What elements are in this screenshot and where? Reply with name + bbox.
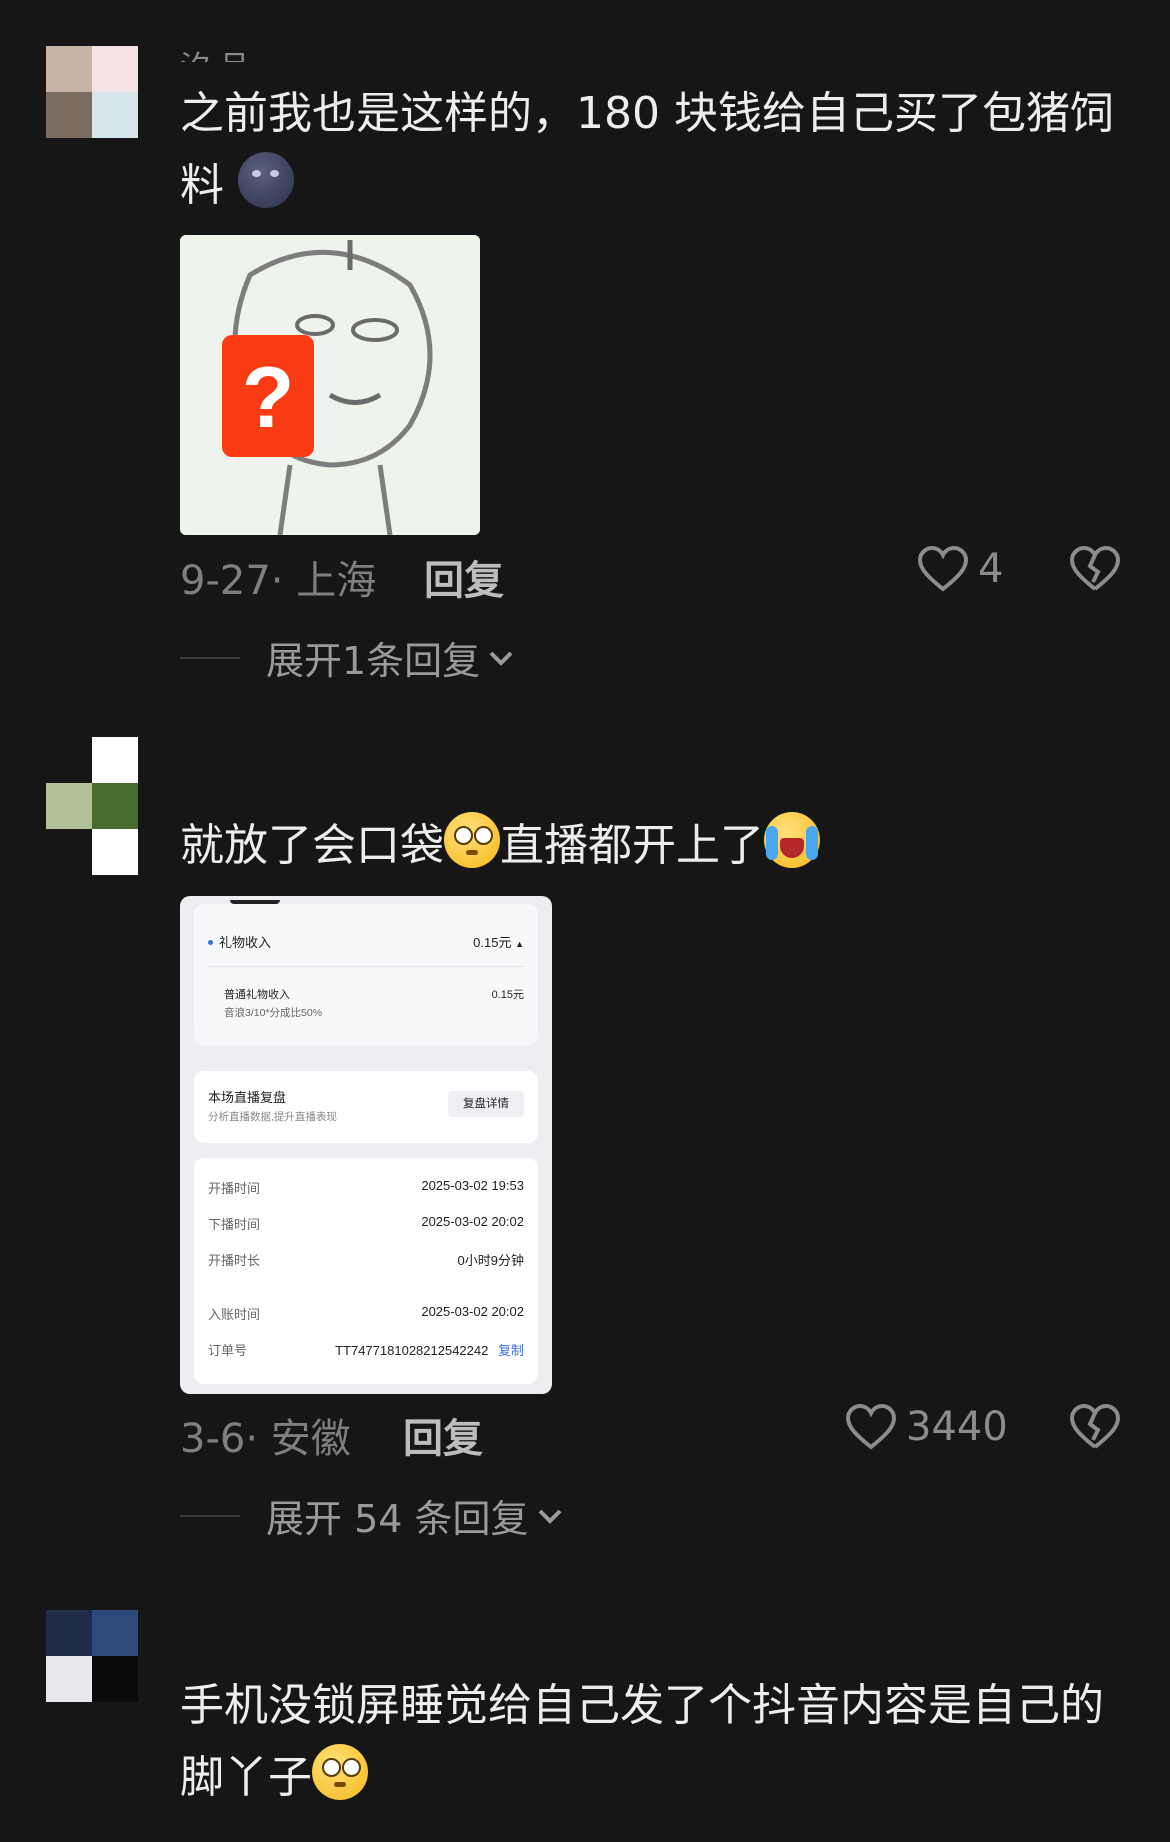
start-time-label: 开播时间 bbox=[208, 1181, 261, 1196]
like-count: 4 bbox=[978, 546, 1004, 592]
heart-icon bbox=[846, 1404, 896, 1450]
meme-face-icon: ? bbox=[180, 235, 480, 535]
start-time-value: 2025-03-02 19:53 bbox=[421, 1178, 524, 1193]
normal-gift-label: 普通礼物收入 bbox=[224, 989, 290, 1001]
end-time-value: 2025-03-02 20:02 bbox=[421, 1214, 524, 1229]
chevron-down-icon bbox=[489, 651, 513, 666]
comment-date: 9-27 bbox=[180, 558, 271, 604]
like-button[interactable]: 4 bbox=[918, 546, 1003, 592]
comment-text: 手机没锁屏睡觉给自己发了个抖音内容是自己的脚丫子 bbox=[180, 1670, 1110, 1814]
live-stream-screenshot[interactable]: 礼物收入 0.15元 ▲ 普通礼物收入 0.15元 音浪3/10*分成比50% … bbox=[180, 896, 552, 1394]
order-number-label: 订单号 bbox=[208, 1343, 248, 1358]
username[interactable]: 汐·吕 bbox=[180, 42, 250, 62]
review-card: 本场直播复盘 分析直播数据,提升直播表现 复盘详情 bbox=[194, 1071, 538, 1143]
expand-replies[interactable]: 展开 54 条回复 bbox=[180, 1488, 563, 1543]
comment-location: 上海 bbox=[296, 558, 377, 604]
comment-meta: 3-6· 安徽 bbox=[180, 1416, 351, 1462]
dislike-button[interactable] bbox=[1069, 545, 1121, 596]
dislike-button[interactable] bbox=[1069, 1403, 1121, 1454]
like-count: 3440 bbox=[906, 1404, 1008, 1450]
expand-replies[interactable]: 展开1条回复 bbox=[180, 630, 514, 685]
chevron-down-icon bbox=[538, 1509, 561, 1524]
avatar[interactable] bbox=[46, 1610, 138, 1702]
gift-income-value: 0.15元 bbox=[473, 935, 512, 950]
expand-replies-label: 展开 54 条回复 bbox=[266, 1497, 529, 1541]
divider-line bbox=[180, 656, 240, 659]
new-moon-face-icon bbox=[238, 152, 294, 208]
sticker-image[interactable]: ? bbox=[180, 235, 480, 535]
heart-icon bbox=[918, 546, 968, 592]
reply-button[interactable]: 回复 bbox=[424, 548, 504, 606]
flushed-face-icon bbox=[444, 812, 500, 868]
normal-gift-value: 0.15元 bbox=[491, 989, 524, 1001]
comment-text: 就放了会口袋 直播都开上了 bbox=[180, 810, 1140, 882]
settle-time-label: 入账时间 bbox=[208, 1307, 261, 1322]
broken-heart-icon bbox=[1069, 1403, 1121, 1449]
comment-date: 3-6 bbox=[180, 1416, 246, 1462]
gift-income-label: 礼物收入 bbox=[219, 935, 272, 950]
comment-text-content: 之前我也是这样的，180 块钱给自己买了包猪饲料 bbox=[180, 88, 1114, 211]
duration-label: 开播时长 bbox=[208, 1253, 261, 1268]
expand-replies-label: 展开1条回复 bbox=[266, 639, 481, 683]
order-number-value: TT7477181028212542242 bbox=[335, 1343, 489, 1358]
avatar[interactable] bbox=[46, 46, 138, 138]
loudly-crying-face-icon bbox=[764, 812, 820, 868]
duration-value: 0小时9分钟 bbox=[457, 1253, 524, 1268]
comment-meta: 9-27· 上海 bbox=[180, 558, 377, 604]
end-time-label: 下播时间 bbox=[208, 1217, 261, 1232]
svg-text:?: ? bbox=[242, 350, 295, 446]
review-subtitle: 分析直播数据,提升直播表现 bbox=[208, 1111, 337, 1123]
review-title: 本场直播复盘 bbox=[208, 1090, 287, 1105]
caret-up-icon: ▲ bbox=[515, 939, 524, 949]
like-button[interactable]: 3440 bbox=[846, 1404, 1008, 1450]
comment-text-middle: 直播都开上了 bbox=[500, 820, 764, 871]
broken-heart-icon bbox=[1069, 545, 1121, 591]
review-detail-button[interactable]: 复盘详情 bbox=[448, 1091, 524, 1117]
settle-time-value: 2025-03-02 20:02 bbox=[421, 1304, 524, 1319]
comment-location: 安徽 bbox=[270, 1416, 351, 1462]
gift-income-card: 礼物收入 0.15元 ▲ 普通礼物收入 0.15元 音浪3/10*分成比50% bbox=[194, 904, 538, 1046]
avatar-bottom bbox=[46, 829, 138, 875]
flushed-face-icon bbox=[312, 1744, 368, 1800]
normal-gift-note: 音浪3/10*分成比50% bbox=[224, 1007, 323, 1019]
reply-button[interactable]: 回复 bbox=[403, 1406, 483, 1464]
divider-line bbox=[180, 1514, 240, 1517]
avatar[interactable] bbox=[46, 737, 138, 829]
comment-text-before: 就放了会口袋 bbox=[180, 820, 444, 871]
copy-button[interactable]: 复制 bbox=[498, 1343, 524, 1358]
comment-text: 之前我也是这样的，180 块钱给自己买了包猪饲料 bbox=[180, 78, 1140, 222]
stream-info-card: 开播时间 2025-03-02 19:53 下播时间 2025-03-02 20:0… bbox=[194, 1158, 538, 1384]
